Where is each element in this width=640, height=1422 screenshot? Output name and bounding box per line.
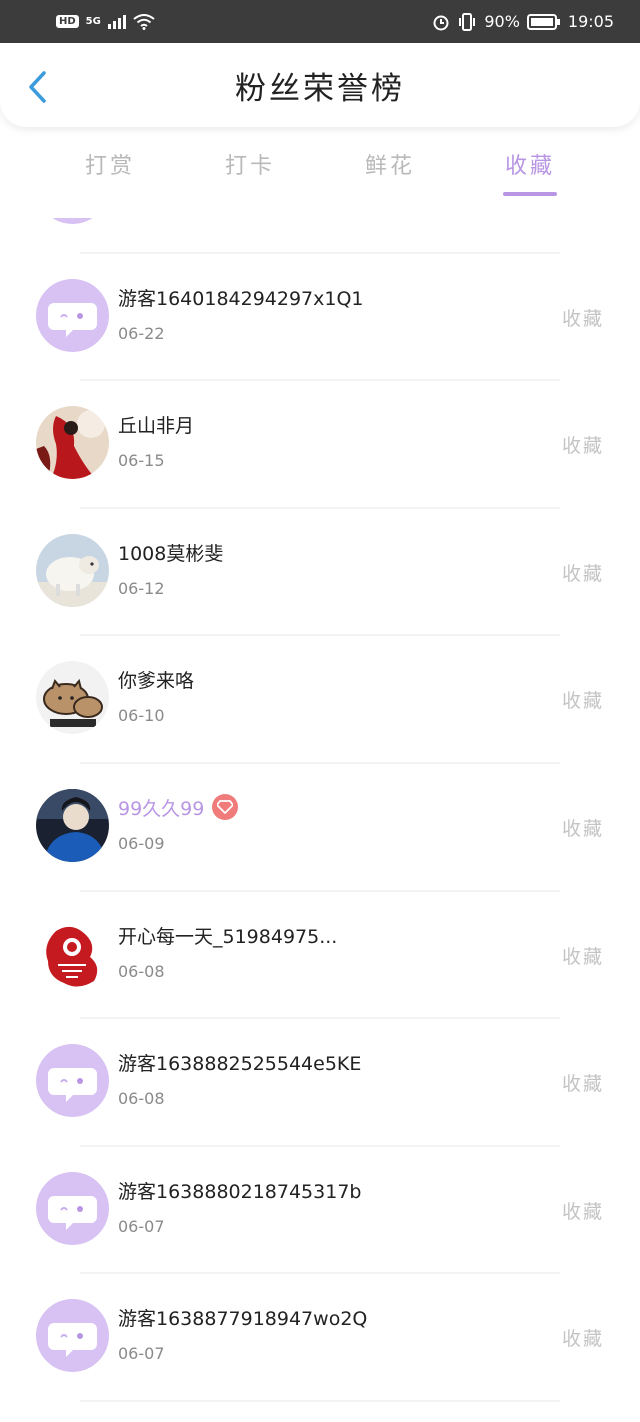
user-name-text: 丘山非月 [118,415,195,438]
alarm-icon [433,15,449,30]
avatar[interactable] [36,1299,109,1373]
diamond-icon [212,794,239,821]
back-button[interactable] [20,69,54,105]
list-item[interactable]: 你爹来咯 06-10 收藏 [0,636,640,764]
user-name: 你爹来咯 [118,666,194,693]
list-item[interactable]: 游客1638882525544e5KE 06-08 收藏 [0,1019,640,1147]
user-name: 99久久99 [118,794,239,821]
fan-list-items: 06-23收藏游客1640184294297x1Q106-22收藏丘山非月06-… [0,218,640,1402]
avatar[interactable] [36,916,109,990]
favorite-label: 收藏 [561,817,604,840]
user-name-text: 99久久99 [118,797,205,820]
date-label: 06-07 [118,1344,165,1364]
list-item[interactable]: 游客1638877918947wo2Q 06-07 收藏 [0,1274,640,1402]
user-name: 开心每一天_51984975... [118,922,337,949]
signal-icon [107,14,126,29]
list-item[interactable]: 游客1638880218745317b 06-07 收藏 [0,1147,640,1275]
hd-badge: HD [56,15,79,28]
user-name: 游客1638880218745317b [118,1177,361,1204]
wifi-icon [133,13,155,30]
avatar[interactable] [36,1171,109,1245]
user-name: 游客1640184294297x1Q1 [118,284,364,311]
favorite-label: 收藏 [561,562,604,585]
tab-bar: 打赏 打卡 鲜花 收藏 [0,136,640,206]
list-item[interactable]: 1008莫彬斐 06-12 收藏 [0,509,640,637]
avatar[interactable] [36,533,109,607]
tab-tip[interactable]: 打赏 [65,136,155,206]
favorite-label: 收藏 [561,690,604,713]
favorite-label: 收藏 [561,1328,604,1351]
tab-flowers[interactable]: 鲜花 [345,136,435,206]
user-name: 游客1638882525544e5KE [118,1049,361,1076]
list-item[interactable]: 06-23收藏 [0,218,640,254]
date-label: 06-09 [118,833,165,853]
battery-icon [526,13,560,30]
network-type: 5G [85,16,101,27]
list-item[interactable]: 99久久99 06-09 收藏 [0,764,640,892]
tab-favorites[interactable]: 收藏 [485,136,575,206]
user-name-text: 开心每一天_51984975... [118,925,338,948]
tab-checkin[interactable]: 打卡 [205,136,295,206]
status-bar: HD 5G 90% 19:05 [0,0,640,43]
row-divider [80,1399,560,1402]
list-item[interactable]: 开心每一天_51984975... 06-08 收藏 [0,892,640,1020]
user-name-text: 你爹来咯 [118,670,195,693]
date-label: 06-07 [118,1216,165,1236]
user-name-text: 游客1638882525544e5KE [118,1053,362,1076]
favorite-label: 收藏 [561,945,604,968]
list-item[interactable]: 游客1640184294297x1Q1 06-22 收藏 [0,254,640,382]
user-name-text: 1008莫彬斐 [118,542,224,565]
vibrate-icon [459,12,476,31]
date-label: 06-15 [118,451,165,471]
avatar[interactable] [36,661,109,735]
status-right: 90% 19:05 [432,12,614,31]
user-name-text: 游客1638877918947wo2Q [118,1308,368,1331]
date-label: 06-08 [118,961,165,981]
avatar[interactable] [36,406,109,480]
date-label: 06-12 [118,578,165,598]
clock: 19:05 [567,12,614,31]
date-label: 06-10 [118,706,165,726]
user-name: 游客1638877918947wo2Q [118,1304,367,1331]
avatar[interactable] [36,1044,109,1118]
avatar[interactable] [36,278,109,352]
fan-list[interactable]: 06-23收藏游客1640184294297x1Q106-22收藏丘山非月06-… [0,218,640,1422]
date-label: 06-22 [118,323,165,343]
user-name: 1008莫彬斐 [118,539,223,566]
favorite-label: 收藏 [561,1200,604,1223]
favorite-label: 收藏 [561,435,604,458]
favorite-label: 收藏 [561,307,604,330]
avatar[interactable] [36,218,109,224]
battery-percent: 90% [484,12,520,31]
chevron-left-icon [29,71,46,103]
list-item[interactable]: 丘山非月 06-15 收藏 [0,381,640,509]
page-title: 粉丝荣誉榜 [235,70,405,107]
favorite-label: 收藏 [561,1073,604,1096]
user-name-text: 游客1638880218745317b [118,1180,362,1203]
header: 粉丝荣誉榜 [0,43,640,127]
user-name-text: 游客1640184294297x1Q1 [118,287,364,310]
status-left: HD 5G [56,13,155,30]
avatar[interactable] [36,788,109,862]
user-name: 丘山非月 [118,411,194,438]
date-label: 06-08 [118,1089,165,1109]
